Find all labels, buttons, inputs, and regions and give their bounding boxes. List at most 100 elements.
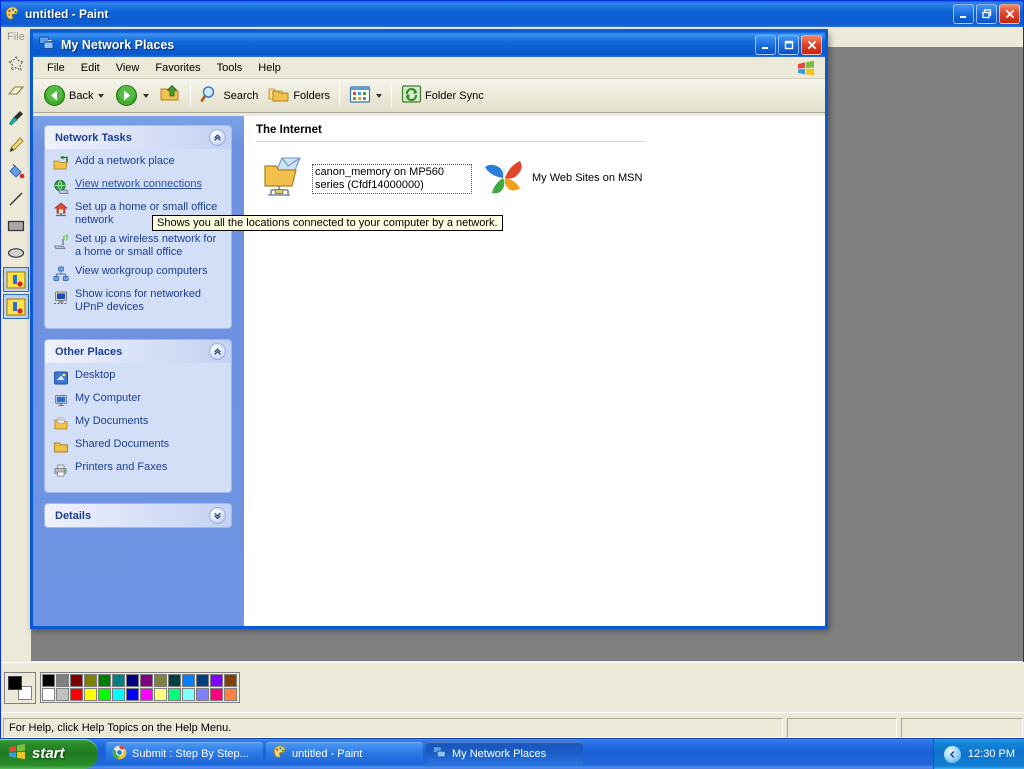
pick-color-icon[interactable] — [3, 105, 29, 130]
color-swatch[interactable] — [98, 674, 111, 687]
color-swatch[interactable] — [42, 688, 55, 701]
back-dropdown-caret-icon[interactable] — [98, 94, 104, 98]
color-swatch[interactable] — [154, 688, 167, 701]
color-swatch[interactable] — [56, 674, 69, 687]
color-swatch[interactable] — [210, 688, 223, 701]
forward-button[interactable] — [109, 82, 154, 110]
panel-details-header[interactable]: Details — [45, 504, 231, 527]
explorer-content-pane[interactable]: The Internet canon_memory on MP560 serie… — [244, 116, 825, 626]
custom-tool-2-icon[interactable] — [3, 294, 29, 319]
sidebar-item-add-network-place[interactable]: Add a network place — [53, 155, 223, 172]
explorer-minimize-button[interactable] — [755, 35, 776, 55]
fill-with-color-icon[interactable] — [3, 159, 29, 184]
views-dropdown-caret-icon[interactable] — [376, 94, 382, 98]
back-button[interactable]: Back — [37, 82, 109, 110]
taskbar-item-paint[interactable]: untitled - Paint — [266, 742, 423, 765]
color-swatch[interactable] — [112, 688, 125, 701]
color-swatch[interactable] — [182, 688, 195, 701]
sidebar-item-setup-wireless-network[interactable]: Set up a wireless network for a home or … — [53, 233, 223, 259]
explorer-menubar[interactable]: File Edit View Favorites Tools Help — [33, 57, 825, 79]
windows-flag-icon[interactable] — [793, 58, 819, 78]
color-swatch[interactable] — [182, 674, 195, 687]
sidebar-item-view-network-connections[interactable]: View network connections — [53, 178, 223, 195]
free-form-select-icon[interactable] — [3, 51, 29, 76]
sidebar-item-label: View workgroup computers — [75, 265, 207, 278]
eraser-icon[interactable] — [3, 78, 29, 103]
custom-tool-1-icon[interactable] — [3, 267, 29, 292]
palette-current-colors[interactable] — [4, 672, 36, 704]
color-swatch[interactable] — [126, 674, 139, 687]
sidebar-item-show-upnp-devices[interactable]: Show icons for networked UPnP devices — [53, 288, 223, 314]
forward-dropdown-caret-icon[interactable] — [143, 94, 149, 98]
palette-row-2[interactable] — [42, 688, 238, 701]
paint-toolbox[interactable] — [1, 47, 31, 327]
paint-titlebar[interactable]: untitled - Paint — [1, 1, 1023, 27]
color-swatch[interactable] — [210, 674, 223, 687]
list-item[interactable]: canon_memory on MP560 series (Cfdf140000… — [262, 154, 472, 203]
menu-help[interactable]: Help — [250, 60, 289, 76]
explorer-toolbar[interactable]: Back — [33, 79, 825, 113]
menu-edit[interactable]: Edit — [73, 60, 108, 76]
menu-tools[interactable]: Tools — [209, 60, 251, 76]
up-button[interactable] — [154, 82, 186, 110]
list-item[interactable]: My Web Sites on MSN — [482, 154, 642, 203]
folder-sync-button[interactable]: Folder Sync — [396, 82, 489, 110]
color-swatch[interactable] — [70, 674, 83, 687]
palette-row-1[interactable] — [42, 674, 238, 687]
chevron-left-icon[interactable] — [944, 746, 961, 763]
color-swatch[interactable] — [224, 674, 237, 687]
color-swatch[interactable] — [168, 688, 181, 701]
menu-favorites[interactable]: Favorites — [147, 60, 208, 76]
color-swatch[interactable] — [140, 688, 153, 701]
sidebar-item-my-computer[interactable]: My Computer — [53, 392, 223, 409]
paint-minimize-button[interactable] — [953, 4, 974, 24]
palette-swatch-grid[interactable] — [40, 672, 240, 703]
color-swatch[interactable] — [112, 674, 125, 687]
explorer-maximize-button[interactable] — [778, 35, 799, 55]
sidebar-item-view-workgroup-computers[interactable]: View workgroup computers — [53, 265, 223, 282]
color-swatch[interactable] — [224, 688, 237, 701]
panel-other-places-header[interactable]: Other Places — [45, 340, 231, 363]
views-button[interactable] — [344, 82, 387, 110]
color-swatch[interactable] — [70, 688, 83, 701]
taskbar-item-chrome[interactable]: Submit : Step By Step... — [106, 742, 263, 765]
sidebar-item-my-documents[interactable]: My Documents — [53, 415, 223, 432]
palette-foreground-color[interactable] — [8, 676, 22, 690]
explorer-titlebar[interactable]: My Network Places — [30, 29, 828, 57]
start-button[interactable]: start — [0, 739, 98, 769]
color-swatch[interactable] — [196, 674, 209, 687]
folder-sync-icon — [401, 84, 422, 107]
rectangle-icon[interactable] — [3, 213, 29, 238]
sidebar-item-printers-and-faxes[interactable]: Printers and Faxes — [53, 461, 223, 478]
menu-file[interactable]: File — [39, 60, 73, 76]
chevron-down-icon[interactable] — [209, 507, 226, 524]
color-swatch[interactable] — [84, 674, 97, 687]
panel-network-tasks-header[interactable]: Network Tasks — [45, 126, 231, 149]
sidebar-item-shared-documents[interactable]: Shared Documents — [53, 438, 223, 455]
color-swatch[interactable] — [84, 688, 97, 701]
color-swatch[interactable] — [42, 674, 55, 687]
taskbar-item-my-network-places[interactable]: My Network Places — [426, 742, 583, 765]
paint-color-palette[interactable] — [1, 662, 1024, 712]
color-swatch[interactable] — [56, 688, 69, 701]
explorer-close-button[interactable] — [801, 35, 822, 55]
chevron-up-icon[interactable] — [209, 343, 226, 360]
ellipse-icon[interactable] — [3, 240, 29, 265]
paint-restore-button[interactable] — [976, 4, 997, 24]
search-button[interactable]: Search — [195, 82, 263, 110]
paint-close-button[interactable] — [999, 4, 1020, 24]
paint-menu-file[interactable]: File — [7, 31, 25, 43]
chevron-up-icon[interactable] — [209, 129, 226, 146]
taskbar-clock[interactable]: 12:30 PM — [968, 748, 1015, 760]
sidebar-item-desktop[interactable]: Desktop — [53, 369, 223, 386]
line-icon[interactable] — [3, 186, 29, 211]
color-swatch[interactable] — [196, 688, 209, 701]
color-swatch[interactable] — [140, 674, 153, 687]
color-swatch[interactable] — [98, 688, 111, 701]
color-swatch[interactable] — [154, 674, 167, 687]
folders-button[interactable]: Folders — [263, 82, 335, 110]
color-swatch[interactable] — [126, 688, 139, 701]
menu-view[interactable]: View — [108, 60, 148, 76]
color-swatch[interactable] — [168, 674, 181, 687]
pencil-icon[interactable] — [3, 132, 29, 157]
